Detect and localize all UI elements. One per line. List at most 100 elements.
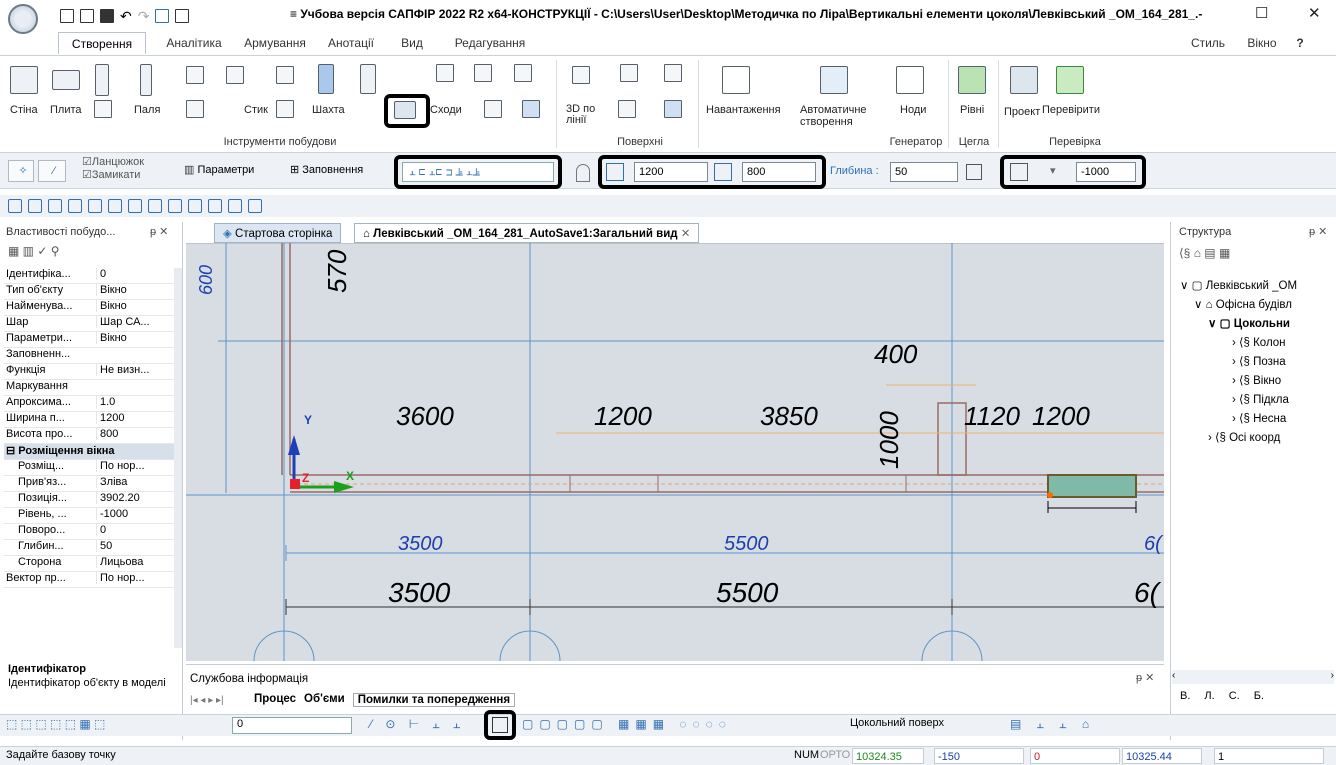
prop-row[interactable]: Ідентифіка... 0 bbox=[4, 268, 174, 284]
bottom-tools-left[interactable]: ⬚ ⬚ ⬚ ⬚ ⬚ ▦ ⬚ bbox=[6, 717, 105, 731]
app-logo[interactable] bbox=[8, 4, 38, 34]
line-icon[interactable] bbox=[514, 64, 532, 82]
tab-errors[interactable]: Помилки та попередження bbox=[352, 693, 516, 707]
filter-tools[interactable]: ▢▢▢▢▢ ▦▦▦ ◌◌◌◌ bbox=[522, 717, 732, 731]
levels-icon[interactable] bbox=[958, 66, 986, 94]
auto-create-button[interactable]: Автоматичне створення bbox=[800, 104, 876, 128]
surface3-icon[interactable] bbox=[618, 100, 636, 118]
properties-toolbar[interactable]: ▦ ▥ ✓ ⚲ bbox=[8, 244, 60, 258]
tab-volumes[interactable]: Об'єми bbox=[304, 693, 345, 707]
structure-toolbar[interactable]: ⟨§ ⌂ ▤ ▦ bbox=[1179, 246, 1230, 260]
curve-icon[interactable] bbox=[572, 66, 590, 84]
floor-selector[interactable]: Цокольний поверх bbox=[850, 717, 944, 729]
parameters-button[interactable]: ▥ Параметри bbox=[180, 160, 266, 182]
numbering-icon[interactable] bbox=[722, 66, 750, 94]
tab-reinforcement[interactable]: Армування bbox=[238, 32, 312, 54]
beam-icon[interactable] bbox=[94, 100, 112, 118]
undo-icon[interactable]: ↶ bbox=[120, 8, 132, 25]
check-icon[interactable] bbox=[1056, 66, 1084, 94]
prop-row[interactable]: Глибин... 50 bbox=[4, 540, 174, 556]
prop-row[interactable]: Функція Не визн... bbox=[4, 364, 174, 380]
surface4-icon[interactable] bbox=[664, 100, 682, 118]
joint-button[interactable]: Стик bbox=[244, 104, 268, 116]
project-icon[interactable] bbox=[1010, 66, 1038, 94]
auto-create-icon[interactable] bbox=[820, 66, 848, 94]
depth-input[interactable]: 50 bbox=[890, 162, 958, 182]
prop-row[interactable]: Розміщ... По нор... bbox=[4, 460, 174, 476]
layer-input[interactable]: 0 bbox=[232, 717, 352, 734]
orto-indicator[interactable]: ОРТО bbox=[820, 749, 850, 761]
opening-icon[interactable] bbox=[576, 164, 590, 182]
tab-start-page[interactable]: ◈ Стартова сторінка bbox=[214, 223, 342, 243]
tab-general-view[interactable]: ⌂ Левківський _ОМ_164_281_AutoSave1:Зага… bbox=[354, 223, 700, 243]
snap11-icon[interactable] bbox=[208, 199, 222, 213]
arrow2-icon[interactable] bbox=[276, 100, 294, 118]
fill-button[interactable]: ⊞ Заповнення bbox=[286, 160, 392, 182]
ramp-icon[interactable] bbox=[436, 64, 454, 82]
tree-item[interactable]: › ⟨§ Вікно bbox=[1232, 373, 1281, 387]
prop-row[interactable]: Заповненн... bbox=[4, 348, 174, 364]
view-tab-l[interactable]: Л. bbox=[1204, 690, 1214, 702]
hatch-icon[interactable] bbox=[186, 100, 204, 118]
tree-item[interactable]: ∨ ▢ Левківський _ОМ bbox=[1180, 278, 1297, 292]
stair-icon[interactable] bbox=[226, 66, 244, 84]
prop-row[interactable]: Шар Шар СА... bbox=[4, 316, 174, 332]
tab-view[interactable]: Вид bbox=[390, 32, 434, 54]
prop-row[interactable]: Вектор пр... По нор... bbox=[4, 572, 174, 588]
style-menu[interactable]: Стиль bbox=[1183, 32, 1233, 54]
window-menu[interactable]: Вікно bbox=[1238, 32, 1286, 54]
line-mode-button[interactable]: ⁄ bbox=[38, 160, 66, 182]
snap2-icon[interactable] bbox=[28, 199, 42, 213]
prop-row[interactable]: Висота про... 800 bbox=[4, 428, 174, 444]
view-tab-b[interactable]: В. bbox=[1180, 690, 1190, 702]
maximize-button[interactable]: ☐ bbox=[1255, 4, 1268, 22]
nodes-icon[interactable] bbox=[896, 66, 924, 94]
service-nav[interactable]: |◂ ◂ ▸ ▸| bbox=[190, 695, 224, 706]
loads-button[interactable]: Навантаження bbox=[706, 104, 781, 116]
snap7-icon[interactable] bbox=[128, 199, 142, 213]
tab-process[interactable]: Процес bbox=[254, 693, 296, 707]
view-tab-bb[interactable]: Б. bbox=[1254, 690, 1264, 702]
close-button[interactable]: ✕ bbox=[1308, 4, 1321, 22]
prop-row[interactable]: Тип об'єкту Вікно bbox=[4, 284, 174, 300]
nodes-button[interactable]: Ноди bbox=[900, 104, 926, 116]
slab-icon[interactable] bbox=[52, 70, 80, 90]
structure-hscroll[interactable]: ‹ › bbox=[1172, 670, 1334, 684]
tree-item[interactable]: › ⟨§ Підкла bbox=[1232, 392, 1289, 406]
prop-row[interactable]: Поворо... 0 bbox=[4, 524, 174, 540]
prop-row[interactable]: Апроксима... 1.0 bbox=[4, 396, 174, 412]
tab-create[interactable]: Створення bbox=[58, 32, 146, 54]
snap10-icon[interactable] bbox=[188, 199, 202, 213]
snap1-icon[interactable] bbox=[8, 199, 22, 213]
prop-row[interactable]: Найменува... Вікно bbox=[4, 300, 174, 316]
snap5-icon[interactable] bbox=[88, 199, 102, 213]
levels-button[interactable]: Рівні bbox=[960, 104, 984, 116]
new-file-icon[interactable] bbox=[60, 9, 74, 23]
point-mode-button[interactable]: ✧ bbox=[8, 160, 34, 182]
prop-row[interactable]: Рівень, ... -1000 bbox=[4, 508, 174, 524]
home-view-icon[interactable] bbox=[155, 9, 170, 23]
save-icon[interactable] bbox=[100, 9, 114, 23]
tree-item[interactable]: › ⟨§ Колон bbox=[1232, 335, 1286, 349]
service-pin-close-icon[interactable]: ᵽ ✕ bbox=[1136, 671, 1154, 684]
pin-close-icon[interactable]: ᵽ ✕ bbox=[1309, 225, 1327, 238]
pile-icon[interactable] bbox=[140, 64, 152, 96]
grid-icon[interactable] bbox=[474, 64, 492, 82]
prop-row[interactable]: Маркування bbox=[4, 380, 174, 396]
redo-icon[interactable]: ↷ bbox=[138, 8, 150, 25]
tree-item[interactable]: › ⟨§ Позна bbox=[1232, 354, 1286, 368]
surface2-icon[interactable] bbox=[664, 64, 682, 82]
door-icon[interactable] bbox=[360, 64, 376, 94]
snap12-icon[interactable] bbox=[228, 199, 242, 213]
snap4-icon[interactable] bbox=[68, 199, 82, 213]
arrow-icon[interactable] bbox=[276, 66, 294, 84]
prop-section[interactable]: ⊟ Розміщення вікна bbox=[4, 444, 174, 460]
pile-button[interactable]: Паля bbox=[134, 104, 160, 116]
prop-row[interactable]: Параметри... Вікно bbox=[4, 332, 174, 348]
depth-mode-icon[interactable] bbox=[966, 164, 982, 180]
mesh-icon[interactable] bbox=[186, 66, 204, 84]
prop-row[interactable]: Сторона Лицьова bbox=[4, 556, 174, 572]
tree-item[interactable]: › ⟨§ Несна bbox=[1232, 411, 1286, 425]
insert-icon[interactable] bbox=[522, 100, 540, 118]
tab-edit[interactable]: Редагування bbox=[440, 32, 540, 54]
